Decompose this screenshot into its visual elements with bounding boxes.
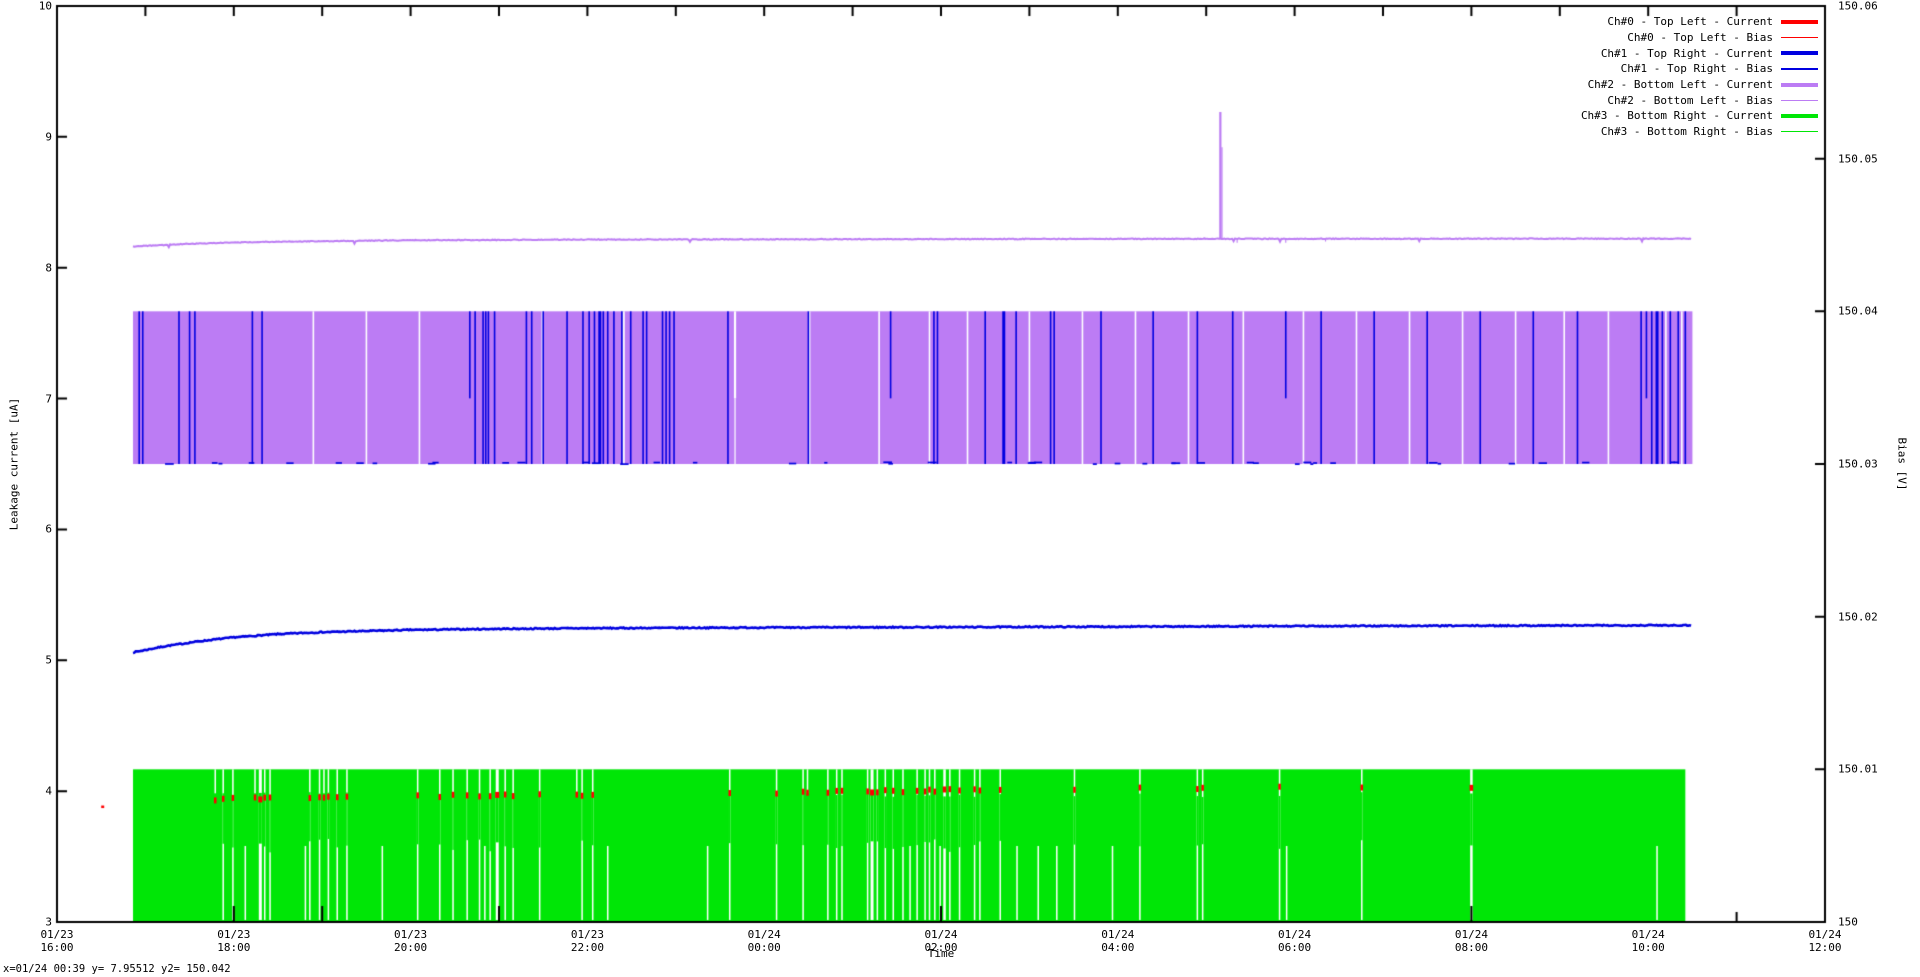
x-tick-date: 01/24: [1278, 928, 1312, 941]
plot-area[interactable]: [0, 0, 1920, 977]
x-tick-date: 01/24: [924, 928, 958, 941]
y2-tick-label: 150.01: [1838, 762, 1878, 776]
legend-entry: Ch#3 - Bottom Right - Current: [1581, 108, 1818, 124]
x-tick-date: 01/23: [217, 928, 251, 941]
x-tick-label: 01/24 06:00: [1250, 928, 1340, 954]
x-tick-label: 01/23 22:00: [542, 928, 632, 954]
x-tick-label: 01/23 18:00: [189, 928, 279, 954]
x-tick-time: 18:00: [217, 941, 251, 954]
legend-label: Ch#2 - Bottom Left - Current: [1587, 78, 1773, 92]
y2-axis-title: Bias [V]: [1895, 437, 1909, 491]
y2-tick-label: 150.02: [1838, 610, 1878, 624]
legend-entry: Ch#0 - Top Left - Current: [1581, 14, 1818, 30]
y-tick-label: 5: [45, 653, 52, 667]
x-tick-time: 22:00: [570, 941, 604, 954]
x-tick-time: 16:00: [40, 941, 74, 954]
legend-line-sample: [1781, 113, 1818, 118]
legend-label: Ch#1 - Top Right - Bias: [1620, 62, 1773, 76]
legend-line-sample: [1781, 51, 1818, 56]
x-tick-time: 12:00: [1808, 941, 1842, 954]
x-tick-time: 04:00: [1101, 941, 1135, 954]
legend-label: Ch#0 - Top Left - Current: [1607, 15, 1773, 29]
x-tick-date: 01/24: [747, 928, 781, 941]
x-tick-label: 01/23 20:00: [366, 928, 456, 954]
y2-tick-label: 150: [1838, 915, 1858, 929]
x-tick-label: 01/23 16:00: [12, 928, 102, 954]
x-tick-date: 01/24: [1631, 928, 1665, 941]
legend: Ch#0 - Top Left - Current Ch#0 - Top Left…: [1581, 14, 1818, 140]
legend-line-sample: [1781, 130, 1818, 133]
legend-label: Ch#3 - Bottom Right - Bias: [1600, 125, 1773, 139]
x-tick-label: 01/24 10:00: [1603, 928, 1693, 954]
y-axis-title: Leakage current [uA]: [7, 397, 21, 531]
y-tick-label: 9: [45, 130, 52, 144]
y2-tick-label: 150.04: [1838, 304, 1878, 318]
legend-entry: Ch#2 - Bottom Left - Current: [1581, 77, 1818, 93]
legend-label: Ch#2 - Bottom Left - Bias: [1607, 93, 1773, 107]
y-tick-label: 3: [45, 915, 52, 929]
legend-line-sample: [1781, 19, 1818, 24]
x-tick-date: 01/23: [40, 928, 74, 941]
legend-line-sample: [1781, 68, 1818, 70]
x-tick-label: 01/24 12:00: [1780, 928, 1870, 954]
x-tick-time: 08:00: [1454, 941, 1488, 954]
legend-label: Ch#0 - Top Left - Bias: [1627, 31, 1773, 45]
y-tick-label: 4: [45, 784, 52, 798]
x-axis-title: Time: [927, 947, 955, 960]
x-tick-time: 20:00: [394, 941, 428, 954]
gnuplot-window: 3 4 5 6 7 8 9 10 150 150.01 150.02 150.03 150.04 150…: [0, 0, 1920, 977]
x-tick-date: 01/24: [1101, 928, 1135, 941]
legend-entry: Ch#2 - Bottom Left - Bias: [1581, 92, 1818, 108]
x-tick-date: 01/23: [394, 928, 428, 941]
x-tick-label: 01/24 04:00: [1073, 928, 1163, 954]
x-tick-label: 01/24 00:00: [719, 928, 809, 954]
x-tick-date: 01/24: [1454, 928, 1488, 941]
x-tick-date: 01/24: [1808, 928, 1842, 941]
y-tick-label: 8: [45, 261, 52, 275]
legend-line-sample: [1781, 82, 1818, 87]
x-tick-time: 06:00: [1278, 941, 1312, 954]
legend-label: Ch#3 - Bottom Right - Current: [1580, 109, 1773, 123]
x-tick-time: 00:00: [747, 941, 781, 954]
legend-entry: Ch#3 - Bottom Right - Bias: [1581, 124, 1818, 140]
legend-entry: Ch#1 - Top Right - Current: [1581, 45, 1818, 61]
mouse-coordinates-readout: x=01/24 00:39 y= 7.95512 y2= 150.042: [3, 963, 231, 975]
legend-label: Ch#1 - Top Right - Current: [1600, 46, 1773, 60]
legend-entry: Ch#0 - Top Left - Bias: [1581, 30, 1818, 46]
legend-line-sample: [1781, 36, 1818, 39]
y2-tick-label: 150.06: [1838, 0, 1878, 13]
x-tick-time: 10:00: [1631, 941, 1665, 954]
legend-entry: Ch#1 - Top Right - Bias: [1581, 61, 1818, 77]
y2-tick-label: 150.03: [1838, 457, 1878, 471]
y-tick-label: 10: [38, 0, 52, 13]
x-tick-label: 01/24 08:00: [1426, 928, 1516, 954]
y2-tick-label: 150.05: [1838, 152, 1878, 166]
x-tick-date: 01/23: [570, 928, 604, 941]
legend-line-sample: [1781, 99, 1818, 102]
